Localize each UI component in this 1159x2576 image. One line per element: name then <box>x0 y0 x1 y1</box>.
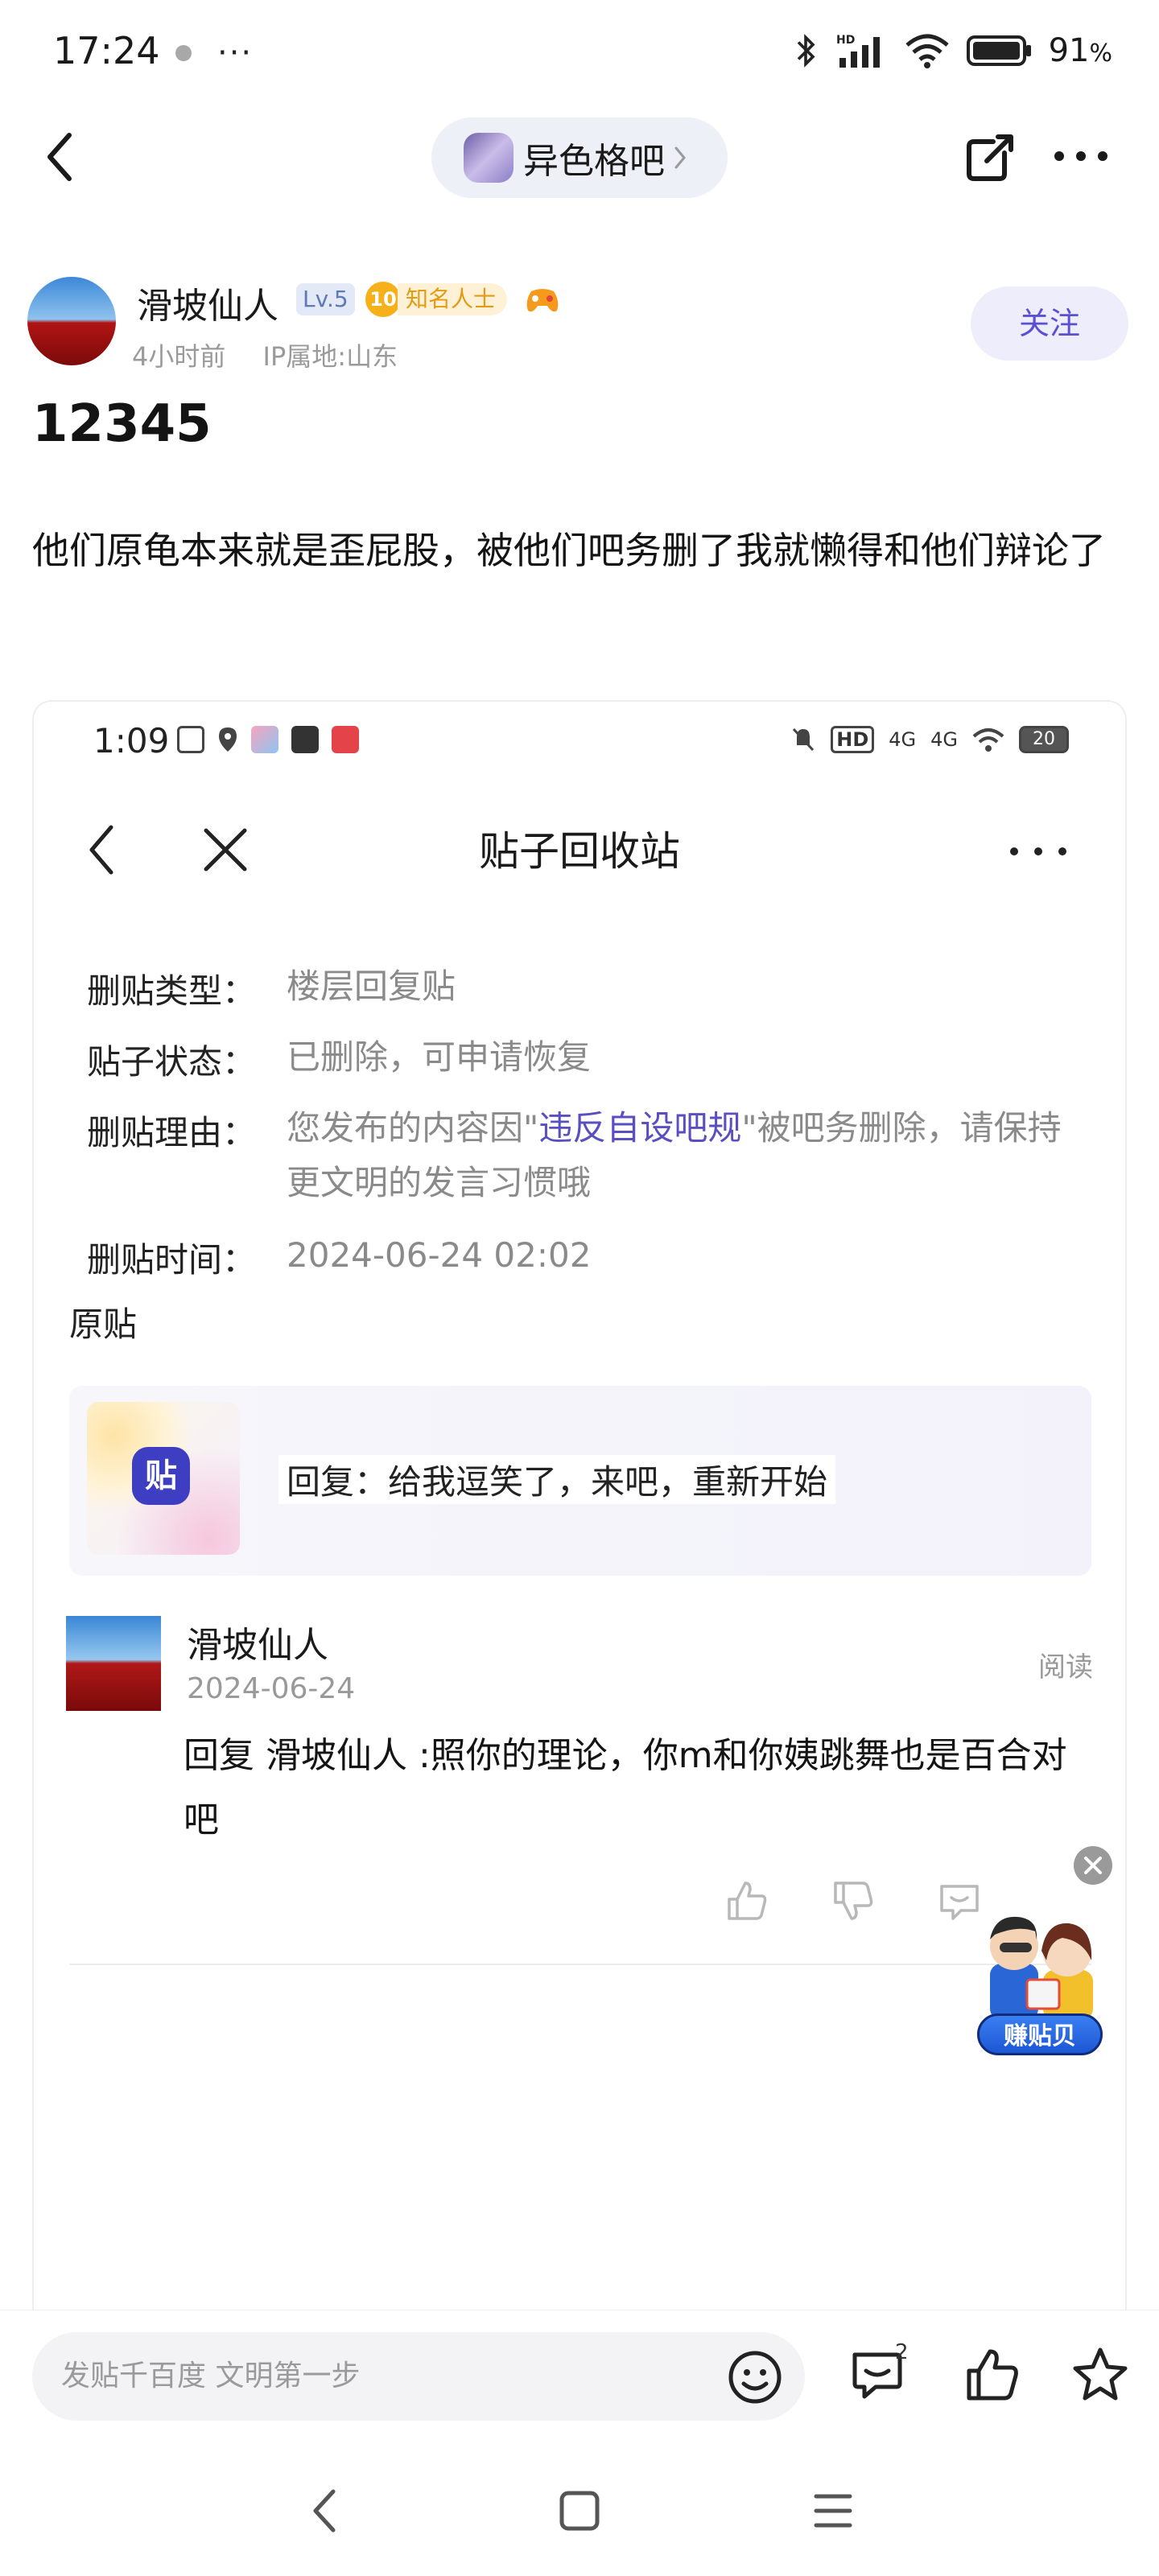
location-icon <box>219 727 237 752</box>
back-button[interactable] <box>42 129 77 185</box>
tiktok-icon <box>291 726 319 753</box>
divider <box>69 1964 1091 1965</box>
more-icon <box>1054 151 1107 161</box>
wifi-icon <box>905 34 949 68</box>
network-4g: 4G <box>889 728 917 751</box>
fame-badge: 10 知名人士 <box>365 282 508 317</box>
network-4g: 4G <box>930 728 958 751</box>
delete-type-value: 楼层回复贴 <box>287 967 456 1006</box>
more-button[interactable] <box>1053 150 1109 163</box>
status-more-icon: ··· <box>217 35 254 72</box>
level-badge: Lv.5 <box>296 283 355 315</box>
original-post-thumbnail: 贴 <box>87 1402 240 1555</box>
hd-signal-icon: HD <box>836 34 880 68</box>
delete-type-label: 删贴类型： <box>87 971 257 1011</box>
gamepad-badge-icon <box>526 289 559 312</box>
reply-username[interactable]: 滑坡仙人 <box>187 1616 328 1667</box>
more-icon[interactable] <box>1009 847 1067 856</box>
post-title: 12345 <box>32 394 212 454</box>
ip-location: IP属地:山东 <box>262 341 398 372</box>
promo-label[interactable]: 赚贴贝 <box>977 2013 1103 2055</box>
tieba-logo-icon: 贴 <box>132 1447 190 1505</box>
post-status-label: 贴子状态： <box>87 1042 257 1082</box>
nav-back-icon[interactable] <box>309 2487 338 2535</box>
app-icon <box>251 726 278 753</box>
rule-link[interactable]: 违反自设吧规 <box>538 1108 741 1148</box>
embedded-battery: 20 <box>1019 726 1069 753</box>
nav-home-icon[interactable] <box>559 2490 600 2532</box>
reply-count: 2 <box>895 2340 909 2364</box>
share-button[interactable] <box>963 129 1019 185</box>
embedded-status-icons: HD 4G 4G 20 <box>790 726 1069 753</box>
share-icon <box>967 134 1013 181</box>
embedded-screenshot[interactable]: 1:09 HD 4G 4G 20 贴子回收站 删贴类型： 楼层回复贴 贴子状态：… <box>32 700 1127 2318</box>
forum-name: 异色格吧 <box>523 141 665 182</box>
forum-avatar <box>464 133 514 183</box>
comment-icon[interactable] <box>937 1878 982 1923</box>
original-post-card[interactable]: 贴 回复：给我逗笑了，来吧，重新开始 <box>69 1386 1091 1576</box>
battery-percent: 91% <box>1048 32 1112 69</box>
original-post-label: 原贴 <box>69 1304 138 1344</box>
wifi-icon <box>972 728 1004 752</box>
status-icons: HD 91% <box>791 32 1112 69</box>
author-avatar[interactable] <box>27 277 116 365</box>
reply-content: 回复 滑坡仙人 :照你的理论，你m和你姨跳舞也是百合对吧 <box>184 1735 1067 1840</box>
thumbs-up-icon[interactable] <box>724 1878 769 1923</box>
svg-text:HD: HD <box>836 34 855 47</box>
embedded-app-icons <box>177 726 359 753</box>
mute-icon <box>793 727 815 752</box>
follow-button[interactable]: 关注 <box>971 286 1128 361</box>
delete-reason-value: 您发布的内容因"违反自设吧规"被吧务删除，请保持更文明的发言习惯哦 <box>287 1108 1062 1202</box>
battery-icon <box>966 35 1031 66</box>
post-status-value: 已删除，可申请恢复 <box>287 1037 592 1077</box>
post-meta: 4小时前 IP属地:山东 <box>132 336 427 373</box>
reply-avatar[interactable] <box>66 1616 161 1711</box>
thumbs-down-icon[interactable] <box>831 1878 876 1923</box>
author-name[interactable]: 滑坡仙人 <box>137 277 278 328</box>
close-icon <box>1084 1857 1102 1874</box>
notification-dot-icon <box>175 45 192 61</box>
emoji-icon[interactable] <box>726 2348 784 2406</box>
nav-menu-icon[interactable] <box>813 2490 853 2532</box>
fame-level: 10 <box>365 282 401 317</box>
read-button[interactable]: 阅读 <box>1038 1645 1093 1684</box>
original-post-text: 回复：给我逗笑了，来吧，重新开始 <box>278 1455 836 1504</box>
back-icon[interactable] <box>87 824 116 876</box>
delete-time-label: 删贴时间： <box>87 1240 257 1280</box>
app-icon <box>332 726 359 753</box>
close-icon[interactable] <box>203 827 248 872</box>
bluetooth-icon <box>797 34 815 68</box>
embedded-page-title: 贴子回收站 <box>479 828 680 875</box>
forum-entry-button[interactable]: 异色格吧 <box>431 117 728 198</box>
chevron-right-icon <box>674 146 686 169</box>
delete-time-value: 2024-06-24 02:02 <box>287 1235 592 1275</box>
hd-icon: HD <box>831 726 875 753</box>
status-time: 17:24 <box>53 29 160 72</box>
thumbs-up-icon[interactable] <box>963 2345 1022 2405</box>
promo-close-button[interactable] <box>1074 1846 1112 1885</box>
reply-date: 2024-06-24 <box>187 1672 356 1705</box>
post-body: 他们原龟本来就是歪屁股，被他们吧务删了我就懒得和他们辩论了 <box>32 529 1106 572</box>
embedded-status-time: 1:09 <box>93 721 170 760</box>
delete-reason-label: 删贴理由： <box>87 1113 257 1152</box>
star-icon[interactable] <box>1070 2345 1130 2405</box>
comment-input[interactable]: 发贴千百度 文明第一步 <box>32 2332 805 2421</box>
app-icon <box>177 726 204 753</box>
reply-actions <box>724 1878 982 1923</box>
back-icon <box>47 133 72 181</box>
fame-title: 知名人士 <box>398 283 508 315</box>
post-time: 4小时前 <box>132 341 226 372</box>
